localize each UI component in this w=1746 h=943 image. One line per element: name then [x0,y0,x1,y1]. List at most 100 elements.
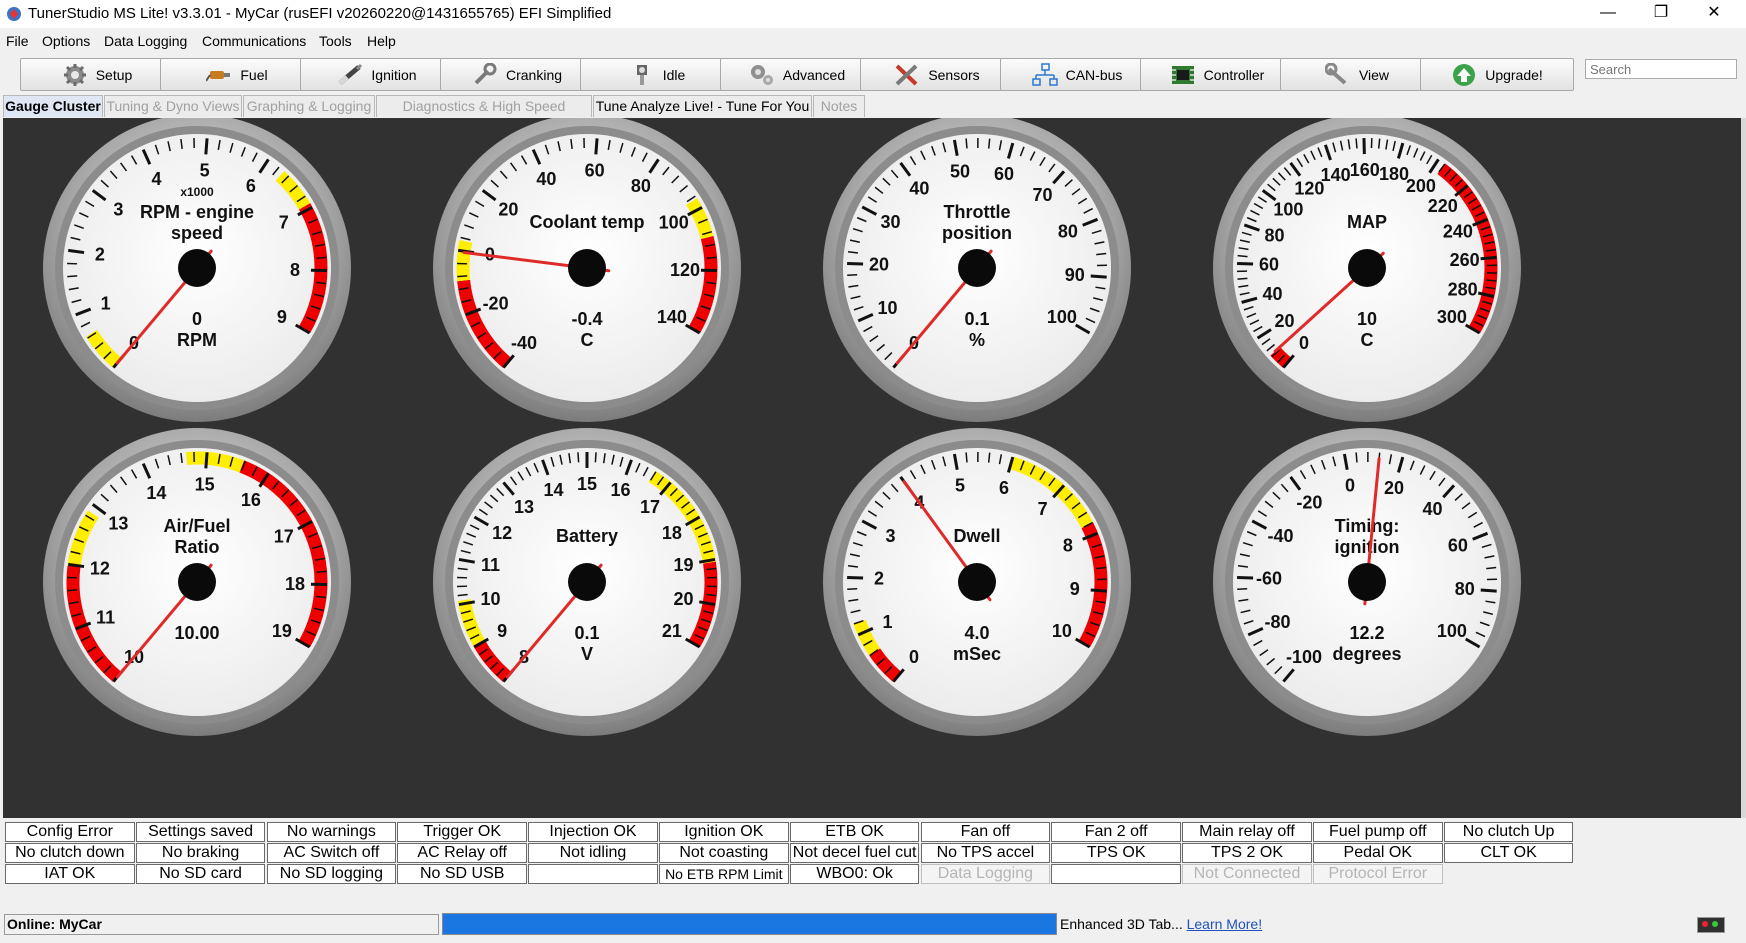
status-indicator: IAT OK [5,864,135,884]
connection-indicator-light [1697,917,1725,933]
ignition-button[interactable]: Ignition [300,58,454,91]
menu-file[interactable]: File [6,33,29,49]
gauge-value: 0 [192,309,202,329]
status-indicator: No SD USB [397,864,527,884]
gauge-tick-label: 40 [1423,499,1443,519]
gauge-title: Air/Fuel [163,516,230,536]
gauge-major-tick [1237,575,1254,580]
progress-fill [443,914,1056,934]
gauge-tick-label: 140 [657,307,687,327]
gauge-tick-label: 15 [577,474,597,494]
gauge-hub [568,563,606,601]
maximize-button[interactable]: ❐ [1636,0,1686,26]
fuel-button[interactable]: Fuel [160,58,314,91]
gauge-tick-label: -20 [483,293,509,313]
gauge-title: Battery [556,526,618,546]
gauge-tick-label: 0 [1299,333,1309,353]
status-indicator: Not idling [528,843,658,863]
gauge-minor-tick [457,593,468,597]
gauge-tick-label: -40 [1267,526,1293,546]
view-button[interactable]: View [1280,58,1434,91]
gauge-minor-tick [67,275,78,278]
gauge-tick-label: 20 [1274,311,1294,331]
menu-communications[interactable]: Communications [202,33,306,49]
gauge-tick-label: 20 [869,255,889,275]
menu-help[interactable]: Help [367,33,396,49]
main-toolbar: Setup Fuel Ignition Cranking Idle Advanc… [20,58,1742,91]
learn-more-link[interactable]: Learn More! [1187,916,1262,932]
gauge-minor-tick [847,273,858,277]
status-bar: Online: MyCar Enhanced 3D Tab... Learn M… [0,908,1746,943]
can-bus-button[interactable]: CAN-bus [1000,58,1154,91]
gauge-unit: C [1361,330,1374,350]
controller-label: Controller [1203,66,1265,83]
minimize-button[interactable]: — [1583,0,1633,26]
status-indicator: Not Connected [1182,864,1312,884]
gauge-tick-label: -40 [511,333,537,353]
menu-tools[interactable]: Tools [319,33,352,49]
status-indicator: No ETB RPM Limit [659,864,789,884]
gauge-tick-label: 5 [955,475,965,495]
gauge: 10111213141516171819Air/FuelRatio10.00 [43,428,351,736]
menu-data-logging[interactable]: Data Logging [104,33,187,49]
gauge-tick-label: 60 [1259,255,1279,275]
gauge-minor-tick [577,452,580,463]
gauge-tick-label: 60 [1448,535,1468,555]
gauge-tick-label: 20 [498,199,518,219]
close-button[interactable]: ✕ [1689,0,1739,26]
connection-status: Online: MyCar [4,914,439,935]
gauge-tick-label: 20 [1384,478,1404,498]
gauge-tick-label: 60 [994,164,1014,184]
upgrade-label: Upgrade! [1485,66,1543,83]
advanced-button[interactable]: Advanced [720,58,874,91]
status-indicator: No SD card [135,864,266,884]
gauge-tick-label: -60 [1256,569,1282,589]
gauge-value: 4.0 [964,623,989,643]
gauge-tick-label: -100 [1286,647,1322,667]
gauge-title: Dwell [953,526,1000,546]
circuit-board-icon [1171,65,1194,84]
advanced-label: Advanced [782,66,846,83]
tab-diagnostics-loggers[interactable]: Diagnostics & High Speed Loggers [376,95,592,134]
menu-options[interactable]: Options [42,33,90,49]
wrench-icon [474,62,497,84]
status-indicator: Fuel pump off [1313,822,1443,842]
status-indicator [528,864,658,884]
gauge-major-tick [1090,274,1107,279]
status-indicator: No TPS accel [920,843,1051,863]
gauge-tick-label: 30 [880,212,900,232]
gauge-value: 0.1 [574,623,599,643]
setup-button[interactable]: Setup [20,58,174,91]
tab-tuning-dyno-views[interactable]: Tuning & Dyno Views [104,95,242,117]
tab-graphing-logging[interactable]: Graphing & Logging [243,95,375,117]
vertical-scrollbar[interactable] [1741,118,1746,818]
controller-button[interactable]: Controller [1140,58,1294,91]
idle-valve-icon [636,64,647,85]
status-indicator: Config Error [5,822,135,842]
gauge-tick-label: 80 [1265,226,1285,246]
gauge-tick-label: 18 [285,574,305,594]
tab-tune-analyze-live[interactable]: Tune Analyze Live! - Tune For You [593,95,812,117]
tab-gauge-cluster[interactable]: Gauge Cluster [3,95,103,117]
status-indicator: Fan 2 off [1051,822,1181,842]
gauge-tick-label: 12 [90,559,110,579]
gauge-tick-label: 21 [662,621,682,641]
status-indicator: Main relay off [1182,822,1312,842]
status-indicator: No clutch Up [1443,822,1574,842]
upgrade-button[interactable]: Upgrade! [1420,58,1574,91]
gauge-minor-tick [965,138,968,149]
gauge-unit: RPM [177,330,217,350]
cranking-button[interactable]: Cranking [440,58,594,91]
sensors-button[interactable]: Sensors [860,58,1014,91]
window-title: TunerStudio MS Lite! v3.3.01 - MyCar (ru… [28,5,612,22]
gauge-tick-label: 60 [585,160,605,180]
gauge-tick-label: -80 [1264,612,1290,632]
tab-notes[interactable]: Notes [813,95,865,117]
gauge-cluster: 0123456789x1000RPM - enginespeed0RPM-40-… [3,118,1743,818]
gauge-major-tick [594,138,599,155]
idle-button[interactable]: Idle [580,58,734,91]
gauge-minor-tick [706,256,717,259]
gauge-tick-label: 7 [1038,499,1048,519]
status-indicator: Fan off [920,822,1051,842]
status-indicator: No braking [135,843,266,863]
